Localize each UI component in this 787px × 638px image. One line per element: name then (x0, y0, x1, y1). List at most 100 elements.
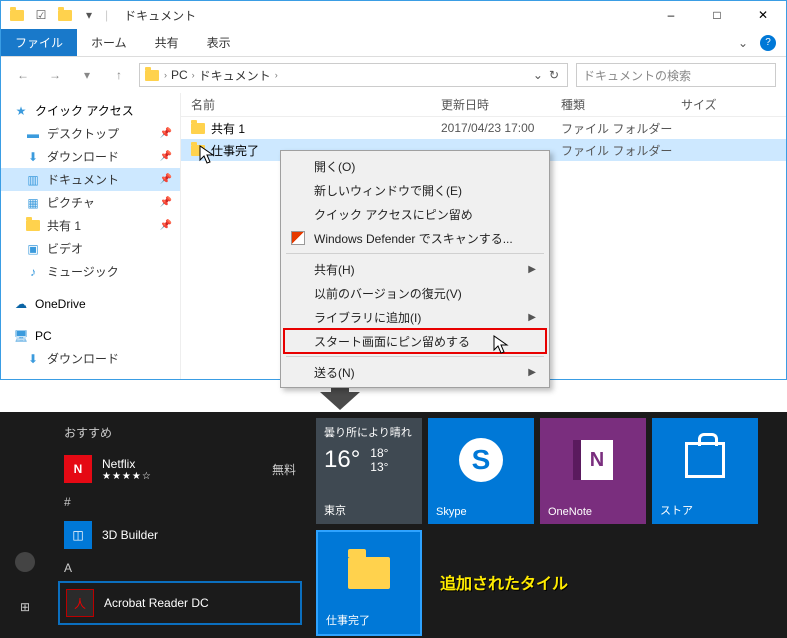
nav-videos[interactable]: ▣ ビデオ (1, 237, 180, 260)
col-date[interactable]: 更新日時 (441, 96, 561, 113)
ctx-label: スタート画面にピン留めする (314, 333, 470, 350)
address-bar[interactable]: › PC › ドキュメント › ⌄ ↻ (139, 63, 568, 87)
file-name: 仕事完了 (211, 142, 259, 159)
ctx-pin-quick-access[interactable]: クイック アクセスにピン留め (284, 202, 546, 226)
tile-label: 仕事完了 (326, 612, 370, 628)
nav-share1[interactable]: 共有 1 📌 (1, 214, 180, 237)
window-title: ドキュメント (124, 7, 196, 24)
tile-label: OneNote (548, 506, 592, 518)
pin-icon: 📌 (160, 151, 172, 162)
weather-temp: 16° (324, 446, 360, 474)
file-date: 2017/04/23 17:00 (441, 121, 561, 135)
file-row[interactable]: 共有 1 2017/04/23 17:00 ファイル フォルダー (181, 117, 786, 139)
tile-store[interactable]: ストア (652, 418, 758, 524)
weather-city: 東京 (324, 502, 346, 518)
rating-stars: ★★★★☆ (102, 471, 152, 482)
folder-icon (144, 67, 160, 83)
app-3d-builder[interactable]: ◫ 3D Builder (58, 515, 302, 555)
ribbon-expand-icon[interactable]: ⌄ (738, 36, 748, 50)
qat-properties-icon[interactable]: ☑ (33, 7, 49, 23)
chevron-right-icon[interactable]: › (192, 70, 195, 80)
nav-label: ミュージック (47, 263, 119, 280)
ctx-defender-scan[interactable]: Windows Defender でスキャンする... (284, 226, 546, 250)
tab-view[interactable]: 表示 (193, 29, 245, 56)
pc-icon: 🖥 (13, 328, 29, 344)
file-type: ファイル フォルダー (561, 120, 681, 137)
ctx-send-to[interactable]: 送る(N)▶ (284, 360, 546, 384)
tab-home[interactable]: ホーム (77, 29, 141, 56)
search-input[interactable]: ドキュメントの検索 (576, 63, 776, 87)
nav-label: ダウンロード (47, 148, 119, 165)
weather-condition: 曇り所により晴れ (324, 424, 414, 440)
tile-onenote[interactable]: N OneNote (540, 418, 646, 524)
expand-icon[interactable]: ⊞ (20, 600, 30, 614)
nav-forward-button[interactable]: → (43, 63, 67, 87)
start-menu: ⊞ おすすめ N Netflix ★★★★☆ 無料 # ◫ 3D Builder… (0, 412, 787, 638)
ctx-share[interactable]: 共有(H)▶ (284, 257, 546, 281)
separator (286, 253, 544, 254)
qat-dropdown-icon[interactable]: ▾ (81, 7, 97, 23)
ribbon-tabs: ファイル ホーム 共有 表示 ⌄ ? (1, 29, 786, 57)
cursor-icon (493, 335, 509, 355)
ctx-open[interactable]: 開く(O) (284, 154, 546, 178)
document-icon: ▥ (25, 172, 41, 188)
nav-history-dropdown[interactable]: ▾ (75, 63, 99, 87)
nav-desktop[interactable]: ▬ デスクトップ 📌 (1, 122, 180, 145)
nav-label: OneDrive (35, 297, 86, 311)
ctx-label: 新しいウィンドウで開く(E) (314, 182, 462, 199)
navigation-pane: ★ クイック アクセス ▬ デスクトップ 📌 ⬇ ダウンロード 📌 ▥ ドキュメ… (1, 93, 181, 379)
column-headers: 名前 更新日時 種類 サイズ (181, 93, 786, 117)
app-acrobat[interactable]: 人 Acrobat Reader DC (58, 581, 302, 625)
nav-back-button[interactable]: ← (11, 63, 35, 87)
col-size[interactable]: サイズ (681, 96, 786, 113)
col-name[interactable]: 名前 (181, 96, 441, 113)
acrobat-icon: 人 (66, 589, 94, 617)
nav-onedrive[interactable]: ☁ OneDrive (1, 293, 180, 315)
ctx-restore-versions[interactable]: 以前のバージョンの復元(V) (284, 281, 546, 305)
col-type[interactable]: 種類 (561, 96, 681, 113)
folder-icon (25, 218, 41, 234)
close-button[interactable]: ✕ (740, 1, 786, 29)
user-icon[interactable] (15, 552, 35, 572)
address-dropdown-icon[interactable]: ⌄ (533, 68, 543, 82)
qat-new-folder-icon[interactable] (57, 7, 73, 23)
file-name: 共有 1 (211, 120, 245, 137)
app-netflix[interactable]: N Netflix ★★★★☆ 無料 (58, 449, 302, 489)
ctx-label: 開く(O) (314, 158, 355, 175)
nav-label: ダウンロード (47, 350, 119, 367)
letter-header-a[interactable]: A (58, 555, 302, 581)
help-icon[interactable]: ? (760, 35, 776, 51)
minimize-button[interactable]: – (648, 1, 694, 29)
nav-pictures[interactable]: ▦ ピクチャ 📌 (1, 191, 180, 214)
download-icon: ⬇ (25, 351, 41, 367)
tab-file[interactable]: ファイル (1, 29, 77, 56)
tile-skype[interactable]: S Skype (428, 418, 534, 524)
nav-downloads-pc[interactable]: ⬇ ダウンロード (1, 347, 180, 370)
start-tiles: 曇り所により晴れ 16° 18° 13° 東京 S Skype N OneNot… (310, 412, 787, 638)
breadcrumb-documents[interactable]: ドキュメント (199, 67, 271, 84)
tile-weather[interactable]: 曇り所により晴れ 16° 18° 13° 東京 (316, 418, 422, 524)
refresh-button[interactable]: ↻ (549, 68, 559, 82)
nav-label: 共有 1 (47, 217, 81, 234)
chevron-right-icon: ▶ (528, 264, 536, 275)
nav-up-button[interactable]: ↑ (107, 63, 131, 87)
ctx-label: 以前のバージョンの復元(V) (314, 285, 462, 302)
nav-documents[interactable]: ▥ ドキュメント 📌 (1, 168, 180, 191)
ctx-open-new-window[interactable]: 新しいウィンドウで開く(E) (284, 178, 546, 202)
nav-quick-access[interactable]: ★ クイック アクセス (1, 99, 180, 122)
nav-downloads[interactable]: ⬇ ダウンロード 📌 (1, 145, 180, 168)
address-bar-row: ← → ▾ ↑ › PC › ドキュメント › ⌄ ↻ ドキュメントの検索 (1, 57, 786, 93)
video-icon: ▣ (25, 241, 41, 257)
cloud-icon: ☁ (13, 296, 29, 312)
file-type: ファイル フォルダー (561, 142, 681, 159)
breadcrumb-pc[interactable]: PC (171, 68, 188, 82)
ctx-add-library[interactable]: ライブラリに追加(I)▶ (284, 305, 546, 329)
chevron-right-icon[interactable]: › (275, 70, 278, 80)
letter-header-hash[interactable]: # (58, 489, 302, 515)
tile-pinned-folder[interactable]: 仕事完了 (316, 530, 422, 636)
chevron-right-icon[interactable]: › (164, 70, 167, 80)
nav-pc[interactable]: 🖥 PC (1, 325, 180, 347)
tab-share[interactable]: 共有 (141, 29, 193, 56)
nav-music[interactable]: ♪ ミュージック (1, 260, 180, 283)
maximize-button[interactable]: □ (694, 1, 740, 29)
